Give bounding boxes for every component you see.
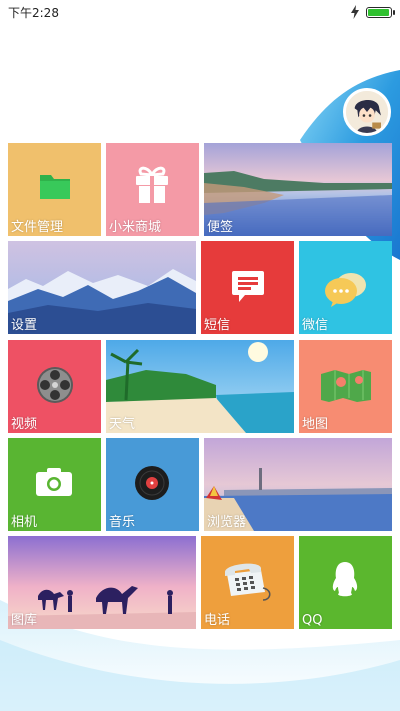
tile-mi-store-label: 小米商城 <box>109 220 162 235</box>
tile-settings[interactable]: 设置 <box>8 241 196 334</box>
status-time: 下午2:28 <box>8 5 59 20</box>
tile-sms[interactable]: 短信 <box>201 241 294 334</box>
tile-gallery-label: 图库 <box>11 613 38 628</box>
battery-icon <box>366 6 395 18</box>
tile-wechat[interactable]: 微信 <box>299 241 392 334</box>
camera-icon <box>36 468 72 496</box>
tile-phone[interactable]: 电话 <box>201 536 294 629</box>
app-tile-grid: 文件管理 小米商城 便签 设置 短信 微信 视频 天气 地图 相机 音乐 浏览器… <box>0 0 400 711</box>
tile-gallery[interactable]: 图库 <box>8 536 196 629</box>
gift-icon <box>136 166 168 203</box>
status-bar: 下午2:28 <box>0 0 400 24</box>
tile-map[interactable]: 地图 <box>299 340 392 433</box>
tile-qq-label: QQ <box>302 613 323 628</box>
telephone-icon <box>225 563 271 601</box>
tile-sms-label: 短信 <box>204 318 231 333</box>
tile-weather[interactable]: 天气 <box>106 340 294 433</box>
tile-files[interactable]: 文件管理 <box>8 143 101 236</box>
tile-video-label: 视频 <box>11 417 38 432</box>
avatar-character-icon <box>346 91 388 133</box>
tile-music[interactable]: 音乐 <box>106 438 199 531</box>
penguin-icon <box>332 562 358 597</box>
film-reel-icon <box>37 367 73 403</box>
tile-notes[interactable]: 便签 <box>204 143 392 236</box>
status-indicators <box>350 5 395 19</box>
tile-notes-label: 便签 <box>207 220 234 235</box>
message-icon <box>232 271 264 302</box>
tile-phone-label: 电话 <box>204 613 231 628</box>
tile-music-label: 音乐 <box>109 515 136 530</box>
tile-browser-label: 浏览器 <box>207 515 247 530</box>
battery-level <box>368 8 389 16</box>
charging-bolt-icon <box>351 5 359 19</box>
chat-bubbles-icon <box>325 273 366 307</box>
tile-files-label: 文件管理 <box>11 220 64 235</box>
tile-settings-label: 设置 <box>11 318 38 333</box>
tile-qq[interactable]: QQ <box>299 536 392 629</box>
user-avatar[interactable] <box>343 88 391 136</box>
tile-camera[interactable]: 相机 <box>8 438 101 531</box>
tile-camera-label: 相机 <box>11 515 38 530</box>
map-icon <box>321 370 371 402</box>
tile-weather-label: 天气 <box>109 417 136 432</box>
tile-wechat-label: 微信 <box>302 318 329 333</box>
folder-icon <box>40 175 70 199</box>
vinyl-record-icon <box>135 466 169 500</box>
tile-browser[interactable]: 浏览器 <box>204 438 392 531</box>
tile-map-label: 地图 <box>302 417 329 432</box>
tile-video[interactable]: 视频 <box>8 340 101 433</box>
tile-mi-store[interactable]: 小米商城 <box>106 143 199 236</box>
